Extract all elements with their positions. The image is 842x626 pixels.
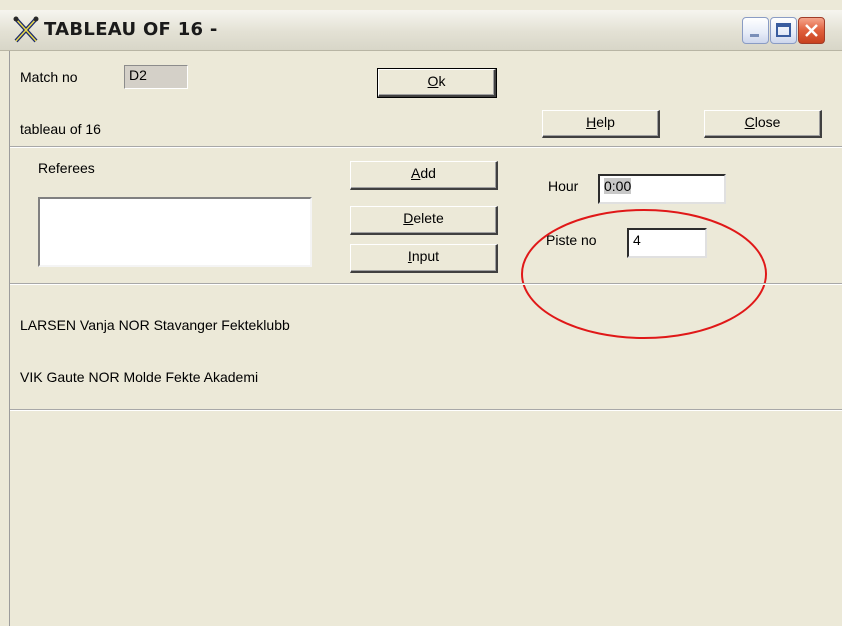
referees-listbox[interactable] [38, 197, 312, 267]
fencer-1: LARSEN Vanja NOR Stavanger Fekteklubb [20, 317, 290, 333]
close-button[interactable]: Close [704, 110, 822, 138]
close-window-button[interactable] [798, 17, 825, 44]
separator-3 [10, 409, 842, 411]
close-icon [805, 24, 818, 37]
maximize-button[interactable] [770, 17, 797, 44]
ok-button[interactable]: Ok [377, 68, 497, 98]
add-button[interactable]: Add [350, 161, 498, 190]
delete-mnemonic: D [403, 210, 414, 226]
ok-label: k [438, 73, 446, 89]
help-mnemonic: H [586, 114, 597, 130]
separator-2 [10, 283, 842, 285]
match-no-field: D2 [124, 65, 188, 89]
crossed-swords-icon [13, 16, 39, 43]
dialog-body: Match no D2 Ok tableau of 16 Help Close … [0, 51, 842, 626]
input-label: nput [411, 248, 440, 264]
close-mnemonic: C [744, 114, 755, 130]
delete-label: elete [413, 210, 444, 226]
hour-value: 0:00 [604, 178, 632, 194]
tableau-window: TABLEAU OF 16 - Match no D2 Ok tableau o… [0, 0, 842, 626]
help-button[interactable]: Help [542, 110, 660, 138]
close-label: lose [754, 114, 781, 130]
tableau-label: tableau of 16 [20, 121, 101, 137]
input-button[interactable]: Input [350, 244, 498, 273]
referees-label: Referees [38, 160, 95, 176]
add-label: dd [420, 165, 436, 181]
window-title: TABLEAU OF 16 - [44, 19, 218, 40]
fencer-2: VIK Gaute NOR Molde Fekte Akademi [20, 369, 259, 385]
delete-button[interactable]: Delete [350, 206, 498, 235]
left-border [9, 51, 10, 626]
separator-1 [10, 146, 842, 148]
hour-input[interactable]: 0:00 [598, 174, 726, 204]
match-no-label: Match no [20, 69, 78, 85]
title-bar[interactable]: TABLEAU OF 16 - [0, 10, 842, 51]
hour-label: Hour [548, 178, 579, 194]
help-label: elp [596, 114, 615, 130]
minimize-button[interactable] [742, 17, 769, 44]
highlight-ellipse [521, 209, 767, 339]
add-mnemonic: A [411, 165, 421, 181]
ok-mnemonic: O [427, 73, 439, 89]
